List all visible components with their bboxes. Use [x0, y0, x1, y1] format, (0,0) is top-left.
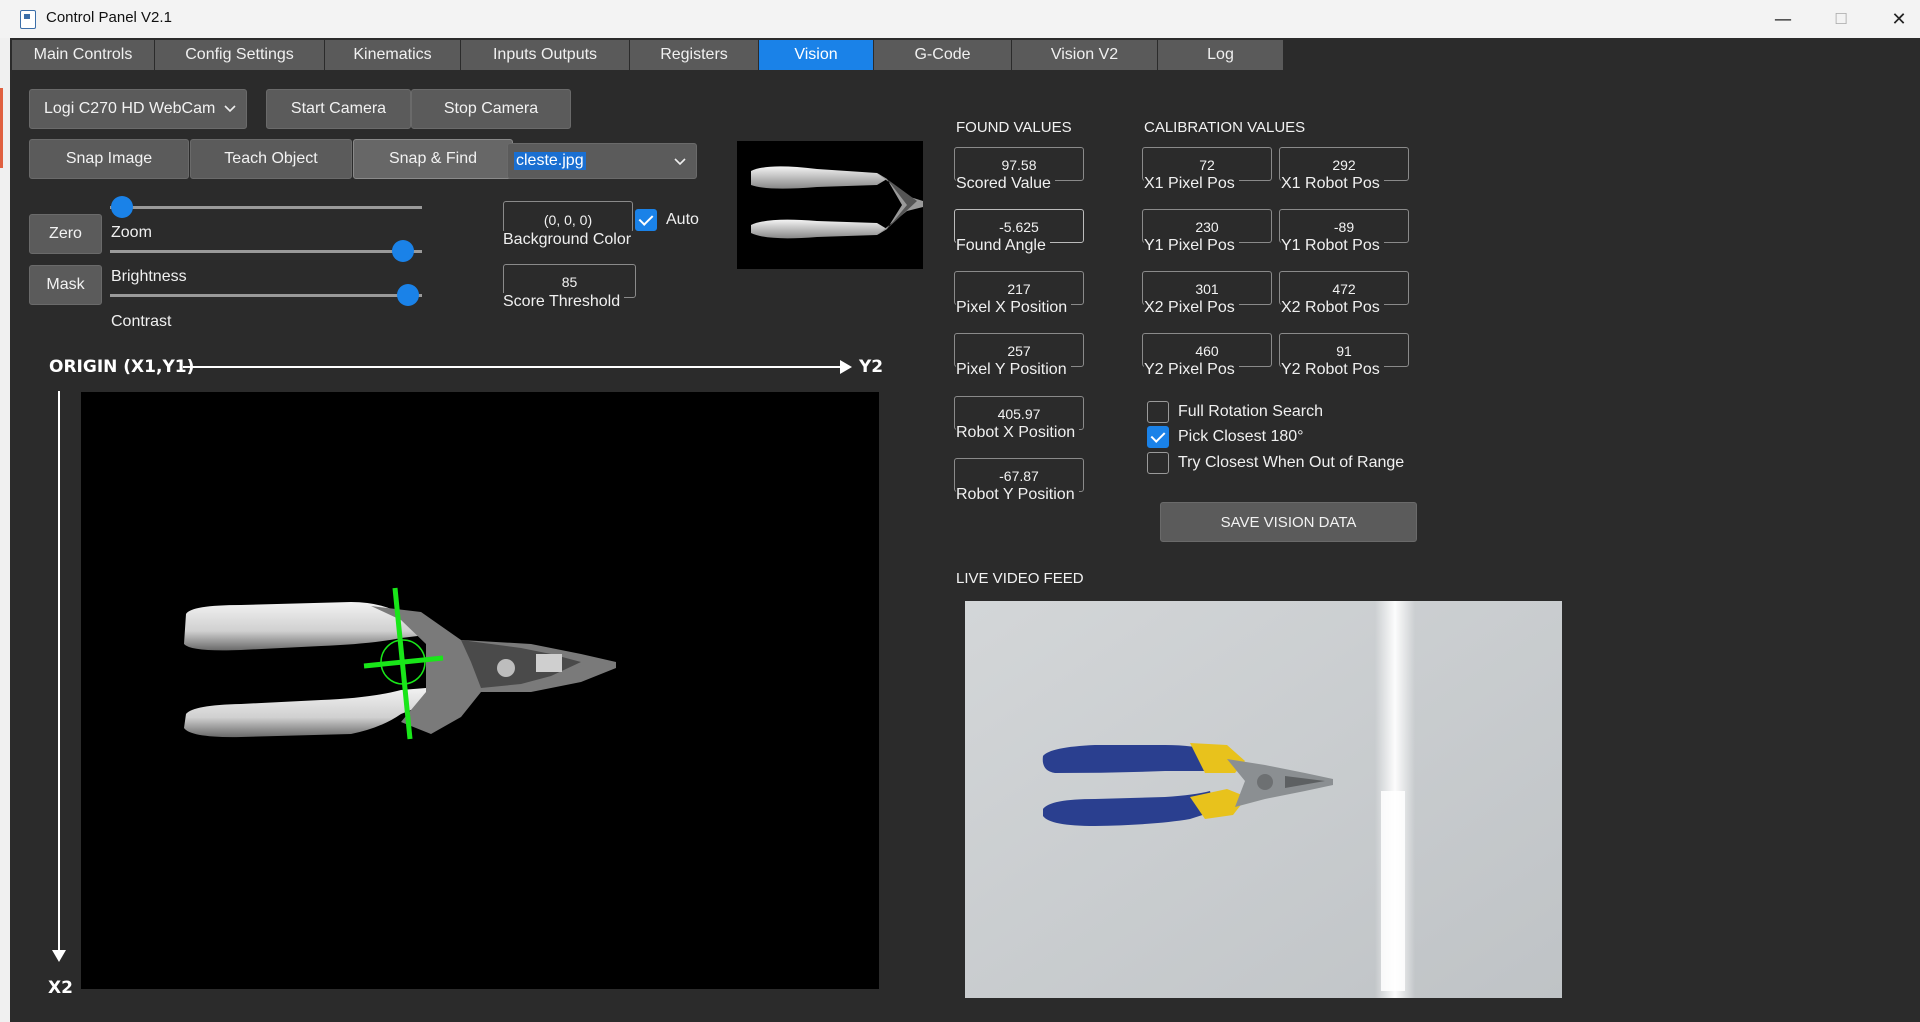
template-thumbnail: [737, 141, 923, 269]
try-closest-label: Try Closest When Out of Range: [1178, 454, 1405, 471]
tab-config-settings[interactable]: Config Settings: [155, 40, 325, 70]
contrast-label: Contrast: [111, 313, 172, 330]
x2-pixel-label: X2 Pixel Pos: [1144, 299, 1239, 317]
zoom-slider-thumb[interactable]: [111, 196, 133, 218]
pick-closest-180-checkbox[interactable]: [1147, 426, 1169, 448]
snap-and-find-button[interactable]: Snap & Find: [353, 139, 513, 179]
zero-button[interactable]: Zero: [29, 214, 102, 254]
try-closest-checkbox[interactable]: [1147, 452, 1169, 474]
x1-robot-label: X1 Robot Pos: [1281, 175, 1384, 193]
y-axis-arrow: [183, 366, 843, 368]
y1-robot-label: Y1 Robot Pos: [1281, 237, 1384, 255]
x2-robot-label: X2 Robot Pos: [1281, 299, 1384, 317]
x2-label: X2: [48, 978, 73, 998]
brightness-slider-track[interactable]: [110, 250, 422, 253]
tab-log[interactable]: Log: [1158, 40, 1284, 70]
y2-robot-label: Y2 Robot Pos: [1281, 361, 1384, 379]
zoom-slider-track[interactable]: [110, 206, 422, 209]
processed-image[interactable]: [81, 392, 879, 989]
mask-button[interactable]: Mask: [29, 265, 102, 305]
y1-pixel-label: Y1 Pixel Pos: [1144, 237, 1239, 255]
brightness-label: Brightness: [111, 268, 187, 285]
app-window-icon: [20, 10, 36, 29]
template-file-value: cleste.jpg: [514, 152, 586, 170]
y-axis-arrowhead: [840, 360, 852, 374]
auto-label: Auto: [666, 211, 699, 228]
y2-pixel-label: Y2 Pixel Pos: [1144, 361, 1239, 379]
zoom-label: Zoom: [111, 224, 152, 241]
y2-label: Y2: [859, 357, 884, 377]
camera-select[interactable]: Logi C270 HD WebCam: [29, 89, 247, 129]
x-axis-arrow: [58, 391, 60, 954]
tab-gcode[interactable]: G-Code: [874, 40, 1012, 70]
background-color-label: Background Color: [503, 231, 636, 249]
background-color-field[interactable]: (0, 0, 0): [503, 201, 633, 233]
stop-camera-button[interactable]: Stop Camera: [411, 89, 571, 129]
full-rotation-search-checkbox[interactable]: [1147, 401, 1169, 423]
auto-checkbox[interactable]: [635, 209, 657, 231]
teach-object-button[interactable]: Teach Object: [190, 139, 352, 179]
brightness-slider-thumb[interactable]: [392, 240, 414, 262]
left-edge: [0, 38, 10, 1022]
pixel-y-label: Pixel Y Position: [956, 361, 1071, 379]
robot-y-label: Robot Y Position: [956, 486, 1079, 504]
tab-registers[interactable]: Registers: [630, 40, 759, 70]
found-values-header: FOUND VALUES: [956, 119, 1072, 136]
x-axis-arrowhead: [52, 950, 66, 962]
window-title: Control Panel V2.1: [46, 9, 172, 26]
maximize-button[interactable]: ☐: [1812, 0, 1870, 38]
live-video-feed-header: LIVE VIDEO FEED: [956, 570, 1084, 587]
contrast-slider-thumb[interactable]: [397, 284, 419, 306]
tab-kinematics[interactable]: Kinematics: [325, 40, 461, 70]
origin-label: ORIGIN (X1,Y1): [49, 357, 195, 377]
title-bar: Control Panel V2.1 — ☐ ✕: [0, 0, 1920, 38]
calibration-values-header: CALIBRATION VALUES: [1144, 119, 1306, 136]
full-rotation-search-label: Full Rotation Search: [1178, 403, 1323, 420]
robot-x-label: Robot X Position: [956, 424, 1080, 442]
live-video-feed: [965, 601, 1562, 998]
chevron-down-icon: [674, 158, 686, 166]
pick-closest-180-label: Pick Closest 180°: [1178, 428, 1304, 445]
x1-pixel-label: X1 Pixel Pos: [1144, 175, 1239, 193]
snap-image-button[interactable]: Snap Image: [29, 139, 189, 179]
found-angle-label: Found Angle: [956, 237, 1050, 255]
close-button[interactable]: ✕: [1870, 0, 1920, 38]
save-vision-data-button[interactable]: SAVE VISION DATA: [1160, 502, 1417, 542]
camera-select-value: Logi C270 HD WebCam: [44, 100, 216, 117]
minimize-button[interactable]: —: [1754, 0, 1812, 38]
template-file-select[interactable]: cleste.jpg: [507, 143, 697, 179]
tab-main-controls[interactable]: Main Controls: [12, 40, 155, 70]
tab-vision[interactable]: Vision: [759, 40, 874, 70]
score-threshold-label: Score Threshold: [503, 293, 625, 311]
pixel-x-label: Pixel X Position: [956, 299, 1072, 317]
start-camera-button[interactable]: Start Camera: [266, 89, 411, 129]
chevron-down-icon: [224, 105, 236, 113]
tab-inputs-outputs[interactable]: Inputs Outputs: [461, 40, 630, 70]
tab-vision-v2[interactable]: Vision V2: [1012, 40, 1158, 70]
scored-value-label: Scored Value: [956, 175, 1055, 193]
contrast-slider-track[interactable]: [110, 294, 422, 297]
